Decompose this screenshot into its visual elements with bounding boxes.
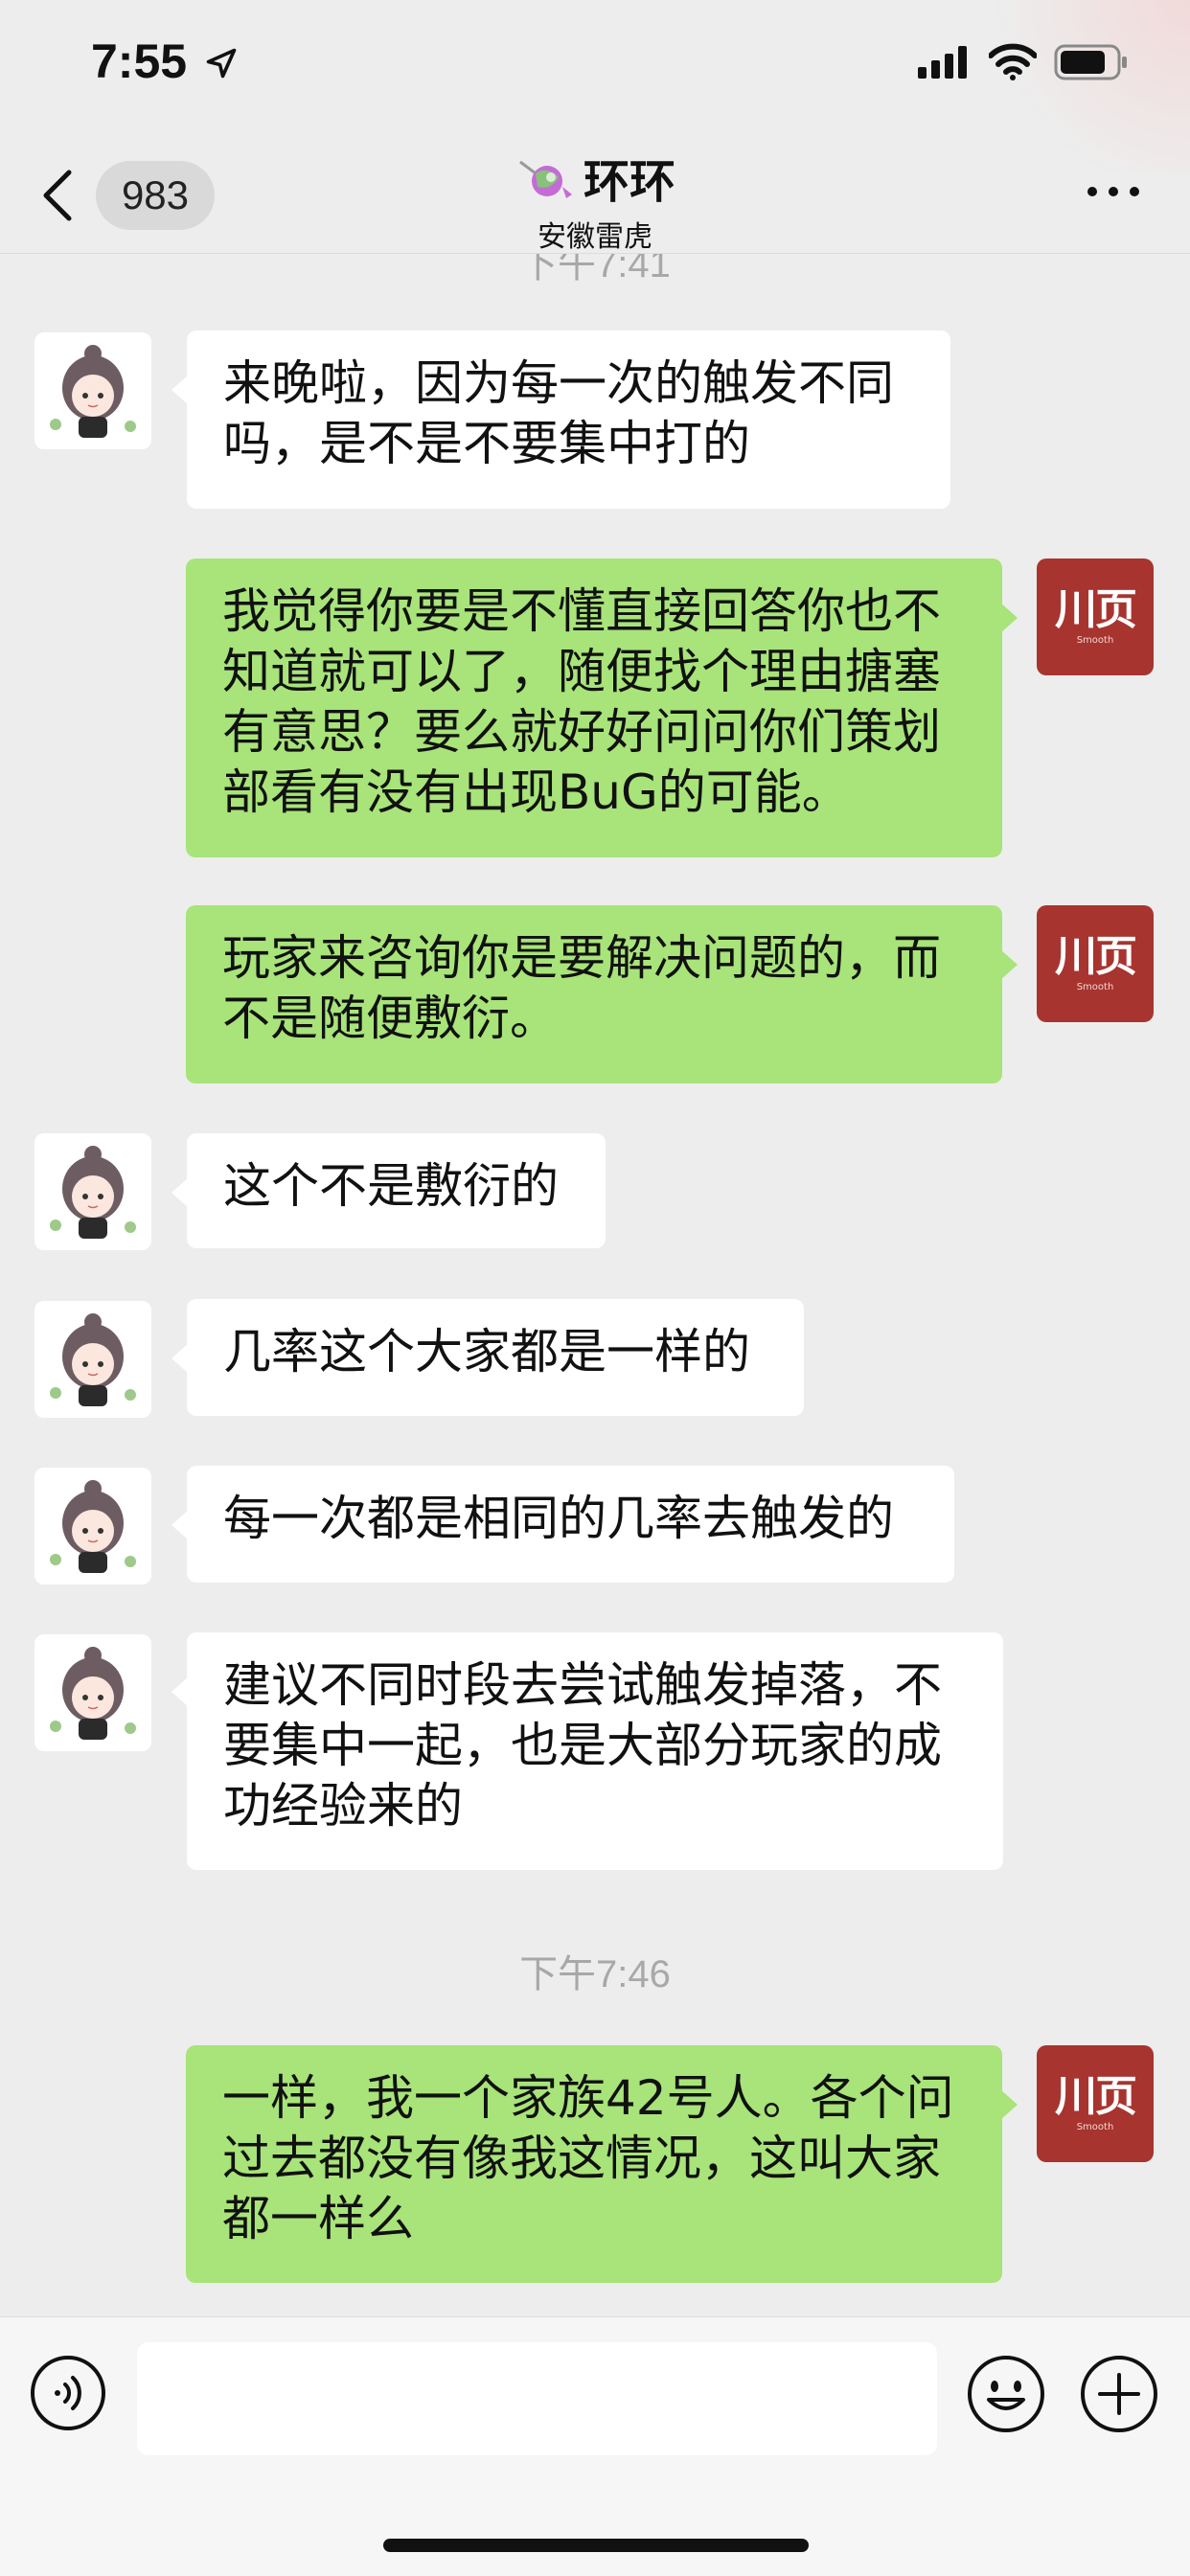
girl-avatar-icon: [34, 1133, 151, 1250]
contact-avatar[interactable]: [34, 1301, 151, 1418]
time-divider: 下午7:46: [519, 1953, 671, 1995]
status-bar: 7:55: [0, 0, 1190, 134]
contact-avatar[interactable]: [34, 1468, 151, 1584]
message-bubble[interactable]: 一样，我一个家族42号人。各个问过去都没有像我这情况，这叫大家都一样么: [186, 2045, 1018, 2283]
self-avatar-sublabel: Smooth: [1076, 2121, 1114, 2132]
more-icon[interactable]: [1085, 172, 1142, 211]
contact-avatar[interactable]: [34, 332, 151, 449]
self-avatar-sublabel: Smooth: [1076, 634, 1114, 646]
message-text: 几率这个大家都是一样的: [223, 1324, 750, 1379]
time-divider: 下午7:41: [519, 254, 671, 285]
location-arrow-icon: [206, 48, 237, 79]
chat-header: 983 环环 安徽雷虎: [0, 134, 1190, 254]
contact-avatar[interactable]: [34, 1634, 151, 1751]
self-avatar[interactable]: 川页 Smooth: [1037, 559, 1154, 675]
message-input[interactable]: [137, 2342, 937, 2455]
cellular-signal-icon: [918, 46, 967, 79]
message-bubble[interactable]: 玩家来咨询你是要解决问题的，而不是随便敷衍。: [186, 905, 1018, 1083]
self-avatar-label: 川页: [1055, 931, 1137, 981]
message-text: 玩家来咨询你是要解决问题的，而不是随便敷衍。: [222, 930, 941, 1046]
self-avatar-sublabel: Smooth: [1076, 981, 1114, 992]
message-bubble[interactable]: 来晚啦，因为每一次的触发不同吗，是不是不要集中打的: [172, 331, 950, 509]
battery-icon: [1054, 44, 1127, 80]
message-bubble[interactable]: 建议不同时段去尝试触发掉落，不要集中一起，也是大部分玩家的成功经验来的: [172, 1632, 1003, 1870]
voice-icon[interactable]: [29, 2354, 107, 2432]
message-text: 这个不是敷衍的: [223, 1158, 559, 1214]
message-bubble[interactable]: 我觉得你要是不懂直接回答你也不知道就可以了，随便找个理由搪塞有意思？要么就好好问…: [186, 559, 1018, 857]
plus-icon[interactable]: [1079, 2354, 1159, 2434]
girl-avatar-icon: [34, 1634, 151, 1751]
message-text: 来晚啦，因为每一次的触发不同吗，是不是不要集中打的: [223, 355, 894, 471]
message-bubble[interactable]: 几率这个大家都是一样的: [172, 1299, 804, 1416]
candy-icon: [519, 160, 572, 198]
self-avatar-label: 川页: [1055, 2071, 1137, 2121]
self-avatar[interactable]: 川页 Smooth: [1037, 905, 1154, 1022]
contact-avatar[interactable]: [34, 1133, 151, 1250]
message-text: 一样，我一个家族42号人。各个问过去都没有像我这情况，这叫大家都一样么: [222, 2070, 954, 2246]
message-text: 每一次都是相同的几率去触发的: [223, 1491, 894, 1546]
message-text: 建议不同时段去尝试触发掉落，不要集中一起，也是大部分玩家的成功经验来的: [223, 1657, 942, 1834]
wifi-icon: [989, 43, 1037, 80]
status-time: 7:55: [91, 34, 188, 88]
message-bubble[interactable]: 这个不是敷衍的: [172, 1133, 606, 1248]
self-avatar[interactable]: 川页 Smooth: [1037, 2045, 1154, 2162]
girl-avatar-icon: [34, 1468, 151, 1584]
chat-message-list[interactable]: 下午7:41 来晚啦，因为每一次的触发不同吗，是不是不要集中打的 川页 Smoo…: [0, 254, 1190, 2314]
girl-avatar-icon: [34, 1301, 151, 1418]
message-bubble[interactable]: 每一次都是相同的几率去触发的: [172, 1466, 954, 1583]
chat-title-block: 环环 安徽雷虎: [0, 144, 1190, 255]
message-text: 我觉得你要是不懂直接回答你也不知道就可以了，随便找个理由搪塞有意思？要么就好好问…: [222, 583, 941, 820]
self-avatar-label: 川页: [1055, 584, 1137, 634]
emoji-icon[interactable]: [966, 2354, 1046, 2434]
girl-avatar-icon: [34, 332, 151, 449]
input-bar: [0, 2316, 1190, 2576]
chat-subtitle: 安徽雷虎: [538, 220, 652, 254]
home-indicator[interactable]: [383, 2539, 809, 2552]
chat-title: 环环: [583, 155, 675, 209]
